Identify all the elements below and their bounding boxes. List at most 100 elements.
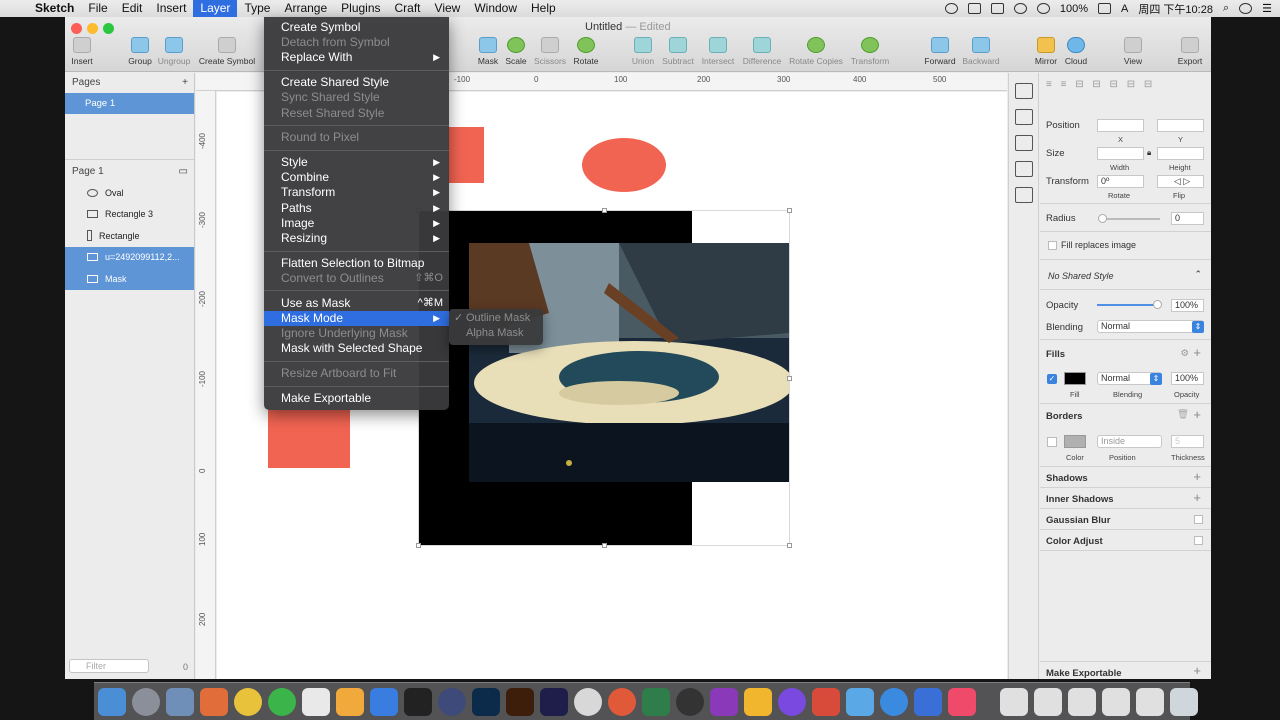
document-thumbnail-icon[interactable] — [1000, 687, 1028, 716]
create-symbol-button[interactable]: Create Symbol — [198, 37, 256, 66]
outline-mask-item[interactable]: ✓ Outline Mask — [449, 311, 543, 326]
add-export-icon[interactable]: + — [1193, 663, 1201, 678]
trash-icon[interactable] — [1170, 687, 1198, 716]
y-field[interactable] — [1157, 119, 1204, 132]
add-page-icon[interactable]: + — [182, 73, 188, 93]
status-icon[interactable] — [967, 3, 981, 14]
share-icon[interactable] — [1014, 83, 1033, 99]
opacity-slider[interactable] — [1097, 300, 1162, 309]
difference-button[interactable]: Difference — [740, 37, 784, 66]
rectangle-shape[interactable] — [448, 127, 484, 183]
layer-row[interactable]: u=2492099112,2... — [65, 246, 194, 268]
document-thumbnail-icon[interactable] — [1068, 687, 1096, 716]
wifi-icon[interactable] — [1013, 3, 1027, 14]
app-icon[interactable] — [608, 687, 636, 716]
border-position-select[interactable]: Inside — [1097, 435, 1162, 448]
add-border-icon[interactable]: + — [1193, 407, 1201, 422]
cinema4d-icon[interactable] — [438, 687, 466, 716]
zoom-button[interactable] — [103, 23, 114, 34]
mirror-button[interactable]: Mirror — [1032, 37, 1060, 66]
resize-handle[interactable] — [602, 208, 607, 213]
flip-buttons[interactable]: ◁ ▷ — [1157, 175, 1204, 188]
wechat-icon[interactable] — [268, 687, 296, 716]
minimize-button[interactable] — [87, 23, 98, 34]
menu-item-make-exportable[interactable]: Make Exportable — [264, 391, 449, 406]
gaussian-blur-header[interactable]: Gaussian Blur — [1046, 515, 1110, 526]
menu-plugins[interactable]: Plugins — [334, 0, 387, 17]
group-button[interactable]: Group — [127, 37, 153, 66]
app-icon[interactable] — [846, 687, 874, 716]
scale-button[interactable]: Scale — [504, 37, 528, 66]
menu-item-image[interactable]: Image ▶ — [264, 216, 449, 231]
menu-view[interactable]: View — [428, 0, 468, 17]
rotate-field[interactable]: 0º — [1097, 175, 1144, 188]
app-icon[interactable] — [574, 687, 602, 716]
oval-shape[interactable] — [582, 138, 666, 192]
menu-craft[interactable]: Craft — [388, 0, 428, 17]
opacity-field[interactable]: 100% — [1171, 299, 1204, 312]
menu-insert[interactable]: Insert — [149, 0, 193, 17]
app-icon[interactable] — [676, 687, 704, 716]
stepper-icon[interactable]: ⇕ — [1192, 321, 1204, 333]
forward-button[interactable]: Forward — [923, 37, 957, 66]
union-button[interactable]: Union — [630, 37, 656, 66]
app-icon[interactable] — [914, 687, 942, 716]
after-effects-icon[interactable] — [540, 687, 568, 716]
battery-percent[interactable]: 100% — [1060, 3, 1088, 15]
menu-item-resizing[interactable]: Resizing ▶ — [264, 231, 449, 246]
layer-row[interactable]: Oval — [65, 182, 194, 204]
rotate-button[interactable]: Rotate — [572, 37, 600, 66]
sketch-icon[interactable] — [744, 687, 772, 716]
launchpad-icon[interactable] — [132, 687, 160, 716]
list-icon[interactable] — [1014, 135, 1033, 151]
layer-row[interactable]: Mask — [65, 268, 194, 290]
menu-item-ignore-underlying-mask[interactable]: Ignore Underlying Mask — [264, 326, 449, 341]
add-inner-shadow-icon[interactable]: + — [1193, 490, 1201, 505]
border-thickness-field[interactable]: 5 — [1171, 435, 1204, 448]
rectangle-3-shape[interactable] — [268, 410, 350, 468]
spotlight-icon[interactable]: ⌕ — [1223, 2, 1229, 15]
alpha-mask-item[interactable]: Alpha Mask — [449, 326, 543, 341]
alignment-tools[interactable]: ≡ ≡ ⊟ ⊟ ⊟ ⊟ ⊟ — [1046, 79, 1155, 90]
illustrator-icon[interactable] — [506, 687, 534, 716]
blur-checkbox[interactable] — [1194, 515, 1203, 524]
x-field[interactable] — [1097, 119, 1144, 132]
menu-item-replace-with[interactable]: Replace With ▶ — [264, 50, 449, 65]
lock-icon[interactable]: 🔒︎ — [1147, 148, 1151, 158]
rp-icon[interactable] — [710, 687, 738, 716]
finder-icon[interactable] — [98, 687, 126, 716]
menu-item-convert-to-outlines[interactable]: Convert to Outlines ⇧⌘O — [264, 271, 449, 286]
menu-item-combine[interactable]: Combine ▶ — [264, 170, 449, 185]
border-enabled-checkbox[interactable] — [1047, 437, 1057, 447]
layer-row[interactable]: Rectangle — [65, 225, 194, 247]
document-thumbnail-icon[interactable] — [1102, 687, 1130, 716]
transform-button[interactable]: Transform — [848, 37, 892, 66]
itunes-icon[interactable] — [948, 687, 976, 716]
status-icon[interactable] — [944, 3, 958, 14]
blending-select[interactable]: Normal — [1097, 320, 1204, 333]
menu-window[interactable]: Window — [467, 0, 524, 17]
resize-handle[interactable] — [787, 543, 792, 548]
color-adjust-checkbox[interactable] — [1194, 536, 1203, 545]
fill-color-swatch[interactable] — [1064, 372, 1086, 385]
chrome-icon[interactable] — [234, 687, 262, 716]
insert-button[interactable]: Insert — [71, 37, 93, 66]
evernote-icon[interactable] — [642, 687, 670, 716]
radius-field[interactable]: 0 — [1171, 212, 1204, 225]
height-field[interactable] — [1157, 147, 1204, 160]
stepper-icon[interactable]: ⇕ — [1150, 373, 1162, 385]
menu-item-flatten-selection-to-bitmap[interactable]: Flatten Selection to Bitmap — [264, 256, 449, 271]
cloud-button[interactable]: Cloud — [1063, 37, 1089, 66]
ungroup-button[interactable]: Ungroup — [157, 37, 191, 66]
menu-help[interactable]: Help — [524, 0, 563, 17]
menu-item-resize-artboard-to-fit[interactable]: Resize Artboard to Fit — [264, 366, 449, 381]
border-color-swatch[interactable] — [1064, 435, 1086, 448]
menu-item-paths[interactable]: Paths ▶ — [264, 201, 449, 216]
document-thumbnail-icon[interactable] — [1136, 687, 1164, 716]
intersect-button[interactable]: Intersect — [700, 37, 736, 66]
page-item[interactable]: Page 1 — [65, 93, 194, 114]
pages-icon[interactable] — [336, 687, 364, 716]
resize-handle[interactable] — [787, 376, 792, 381]
app-icon[interactable] — [200, 687, 228, 716]
layer-row[interactable]: Rectangle 3 — [65, 204, 194, 226]
